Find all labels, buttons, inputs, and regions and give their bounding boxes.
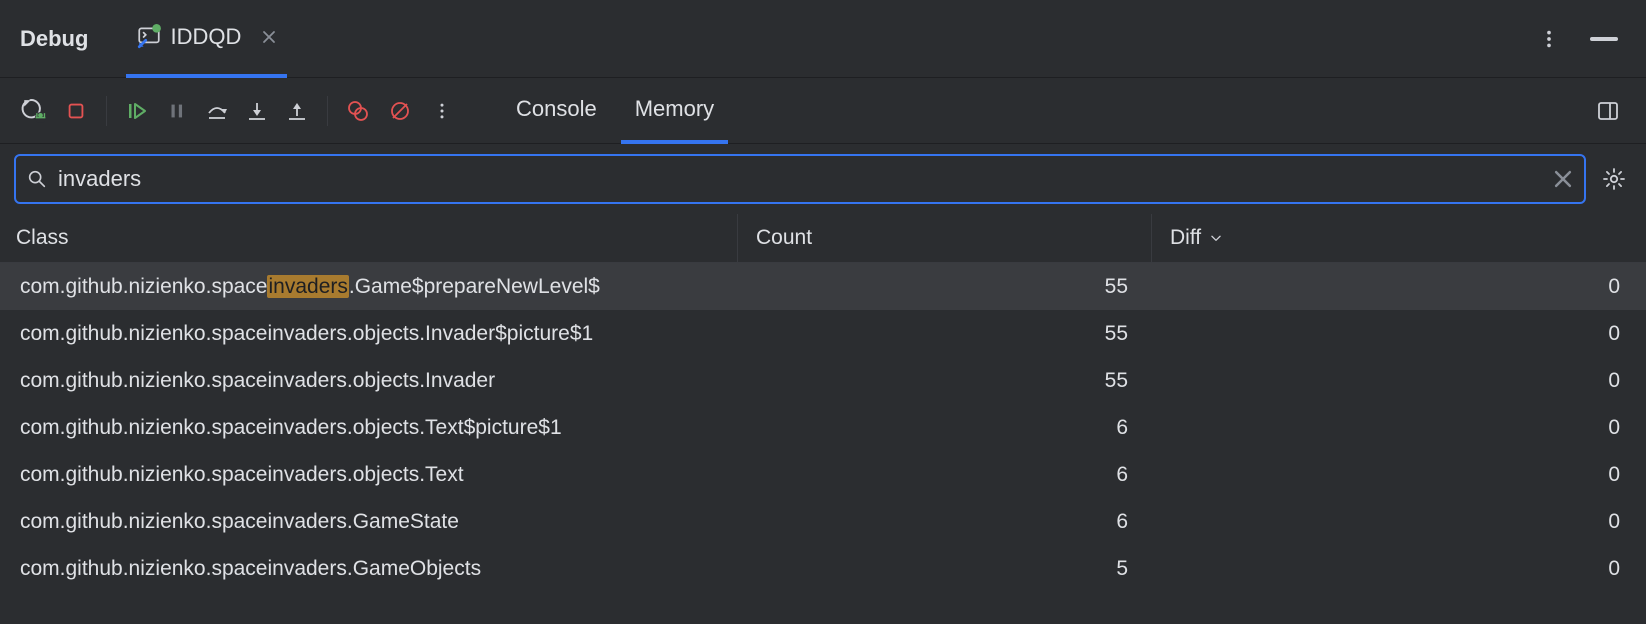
stop-button[interactable] <box>58 93 94 129</box>
table-row[interactable]: com.github.nizienko.spaceinvaders.object… <box>0 310 1646 357</box>
tab-console[interactable]: Console <box>502 78 611 144</box>
debug-view-tabs: Console Memory <box>502 78 728 144</box>
count-cell: 55 <box>738 369 1152 393</box>
step-over-button[interactable] <box>199 93 235 129</box>
diff-cell: 0 <box>1152 322 1646 346</box>
table-row[interactable]: com.github.nizienko.spaceinvaders.object… <box>0 404 1646 451</box>
close-tab-icon[interactable] <box>261 29 277 45</box>
class-name-cell: com.github.nizienko.spaceinvaders.GameSt… <box>0 510 738 534</box>
diff-cell: 0 <box>1152 463 1646 487</box>
run-config-name: IDDQD <box>170 24 241 50</box>
memory-table-body: com.github.nizienko.spaceinvaders.Game$p… <box>0 263 1646 592</box>
debug-toolbar: Console Memory <box>0 78 1646 144</box>
mute-breakpoints-button[interactable] <box>382 93 418 129</box>
resume-button[interactable] <box>119 93 155 129</box>
count-cell: 55 <box>738 322 1152 346</box>
class-filter-input[interactable] <box>48 166 1552 192</box>
class-name-cell: com.github.nizienko.spaceinvaders.object… <box>0 369 738 393</box>
view-breakpoints-button[interactable] <box>340 93 376 129</box>
column-count[interactable]: Count <box>738 214 1152 262</box>
search-box[interactable] <box>14 154 1586 204</box>
memory-settings-icon[interactable] <box>1596 161 1632 197</box>
debug-panel-header: Debug IDDQD <box>0 0 1646 78</box>
memory-search-row <box>0 144 1646 214</box>
column-diff[interactable]: Diff <box>1152 226 1646 250</box>
count-cell: 5 <box>738 557 1152 581</box>
class-name-cell: com.github.nizienko.spaceinvaders.Game$p… <box>0 275 738 299</box>
rerun-button[interactable] <box>16 93 52 129</box>
class-name-cell: com.github.nizienko.spaceinvaders.GameOb… <box>0 557 738 581</box>
step-out-button[interactable] <box>279 93 315 129</box>
count-cell: 6 <box>738 510 1152 534</box>
search-icon <box>26 168 48 190</box>
step-into-button[interactable] <box>239 93 275 129</box>
count-cell: 55 <box>738 275 1152 299</box>
run-config-icon <box>136 24 162 50</box>
clear-search-icon[interactable] <box>1552 168 1574 190</box>
table-row[interactable]: com.github.nizienko.spaceinvaders.Game$p… <box>0 263 1646 310</box>
diff-cell: 0 <box>1152 416 1646 440</box>
table-row[interactable]: com.github.nizienko.spaceinvaders.GameOb… <box>0 545 1646 592</box>
table-row[interactable]: com.github.nizienko.spaceinvaders.object… <box>0 357 1646 404</box>
class-name-cell: com.github.nizienko.spaceinvaders.object… <box>0 322 738 346</box>
debug-title: Debug <box>20 26 88 52</box>
class-name-cell: com.github.nizienko.spaceinvaders.object… <box>0 463 738 487</box>
column-class[interactable]: Class <box>0 214 738 262</box>
diff-cell: 0 <box>1152 510 1646 534</box>
toolbar-more-icon[interactable] <box>424 93 460 129</box>
minimize-icon[interactable] <box>1590 37 1618 41</box>
count-cell: 6 <box>738 463 1152 487</box>
column-diff-label: Diff <box>1170 226 1201 250</box>
class-name-cell: com.github.nizienko.spaceinvaders.object… <box>0 416 738 440</box>
tab-memory[interactable]: Memory <box>621 78 728 144</box>
diff-cell: 0 <box>1152 369 1646 393</box>
pause-button[interactable] <box>159 93 195 129</box>
more-options-icon[interactable] <box>1538 28 1560 50</box>
table-row[interactable]: com.github.nizienko.spaceinvaders.object… <box>0 451 1646 498</box>
table-row[interactable]: com.github.nizienko.spaceinvaders.GameSt… <box>0 498 1646 545</box>
diff-cell: 0 <box>1152 275 1646 299</box>
memory-table-header: Class Count Diff <box>0 214 1646 263</box>
count-cell: 6 <box>738 416 1152 440</box>
layout-settings-icon[interactable] <box>1590 93 1626 129</box>
sort-descending-icon <box>1209 231 1223 245</box>
diff-cell: 0 <box>1152 557 1646 581</box>
run-config-tab[interactable]: IDDQD <box>126 0 287 78</box>
